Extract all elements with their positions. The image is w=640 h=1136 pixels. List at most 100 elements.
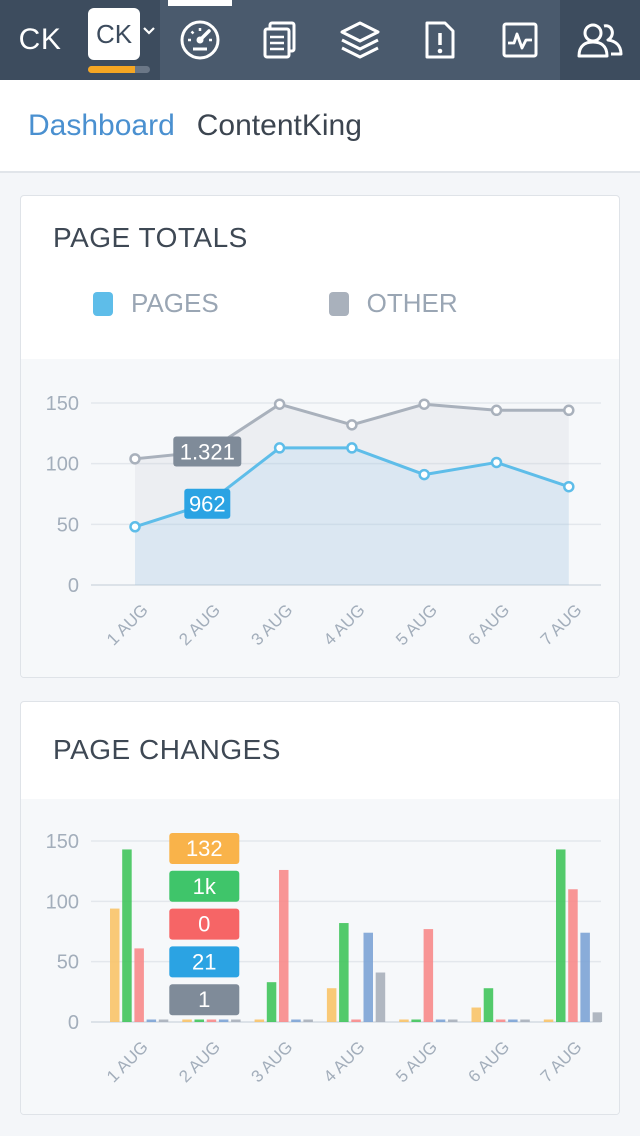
chevron-down-icon[interactable] — [142, 24, 156, 38]
breadcrumb-current: ContentKing — [196, 108, 362, 142]
bar-green — [556, 849, 566, 1022]
bar-blue — [363, 932, 373, 1022]
nav-dashboard[interactable] — [160, 0, 240, 80]
bar-orange — [110, 908, 120, 1022]
page-totals-chart-area: 0 50 100 150 1 AUG 2 AUG 3 AUG 4 AUG 5 AUG 6 AUG 7… — [21, 359, 620, 678]
tooltip-pages-value: 962 — [189, 492, 226, 517]
legend-label-pages: PAGES — [131, 288, 219, 318]
x-tick-label: 7 AUG — [537, 1037, 586, 1086]
bar-red — [279, 869, 289, 1022]
bar-gray — [158, 1019, 169, 1022]
data-point-other — [563, 404, 575, 417]
nav-pages[interactable] — [240, 0, 320, 80]
bar-gray — [375, 972, 386, 1022]
page-changes-chart[interactable]: 0 50 100 150 1 AUG 2 AUG 3 AUG 4 AUG 5 AUG 6 AUG 7… — [21, 799, 620, 1115]
bar-orange — [399, 1019, 409, 1022]
bar-blue — [508, 1019, 518, 1022]
data-point-pages — [490, 456, 503, 469]
bar-green — [194, 1019, 204, 1022]
bar-orange — [182, 1019, 192, 1022]
page-changes-card: PAGE CHANGES 0 50 100 150 1 AUG 2 AUG 3 AUG 4 A… — [20, 701, 620, 1115]
bar-red — [495, 1019, 506, 1022]
data-point-pages — [129, 521, 141, 533]
top-navigation: CK CK — [0, 0, 640, 80]
bar-green — [411, 1019, 421, 1022]
tooltip-value-gray: 1 — [198, 987, 210, 1012]
bar-red — [423, 929, 434, 1022]
data-point-other — [490, 404, 503, 417]
tooltip-value-green: 1k — [193, 874, 217, 899]
site-progress-fill — [88, 66, 135, 73]
bar-green — [339, 923, 349, 1022]
page-totals-title: PAGE TOTALS — [53, 222, 248, 253]
bar-blue — [435, 1019, 446, 1022]
team-users-icon — [577, 23, 623, 58]
bar-gray — [448, 1019, 458, 1022]
data-point-pages — [418, 468, 430, 481]
tooltip-value-orange: 132 — [186, 836, 223, 861]
bar-gray — [520, 1019, 530, 1022]
x-tick-label: 6 AUG — [464, 600, 513, 649]
bar-green — [122, 849, 132, 1022]
layers-icon — [340, 21, 380, 59]
breadcrumb: Dashboard ContentKing — [0, 80, 640, 173]
site-badge[interactable]: CK — [88, 8, 140, 60]
x-tick-label: 1 AUG — [103, 600, 152, 649]
bar-blue — [218, 1019, 229, 1022]
x-tick-label: 4 AUG — [320, 1037, 369, 1086]
bar-blue — [291, 1019, 301, 1022]
bar-red — [134, 948, 144, 1022]
data-point-pages — [273, 442, 286, 454]
bar-orange — [326, 988, 337, 1022]
nav-activity[interactable] — [480, 0, 560, 80]
bar-blue — [580, 932, 590, 1022]
nav-team[interactable] — [560, 0, 640, 80]
y-tick-label: 0 — [68, 575, 79, 597]
page-totals-chart[interactable]: 0 50 100 150 1 AUG 2 AUG 3 AUG 4 AUG 5 AUG 6 AUG 7… — [21, 359, 620, 678]
brand-logo[interactable]: CK — [0, 0, 80, 80]
legend-swatch-other — [328, 291, 349, 316]
bar-gray — [592, 1012, 603, 1022]
x-tick-label: 3 AUG — [248, 600, 297, 649]
bar-red — [568, 889, 578, 1022]
legend-label-other: OTHER — [366, 288, 458, 318]
data-point-other — [346, 419, 358, 431]
data-point-pages — [346, 442, 358, 454]
x-tick-label: 1 AUG — [103, 1037, 152, 1086]
x-tick-label: 6 AUG — [464, 1037, 513, 1086]
legend-item-pages[interactable]: PAGES — [93, 288, 219, 319]
bar-green — [266, 982, 277, 1022]
issues-icon — [425, 21, 455, 59]
y-tick-label: 100 — [46, 454, 79, 476]
page-totals-card: PAGE TOTALS PAGES OTHER 0 50 100 150 1 AUG 2 … — [20, 195, 620, 678]
dashboard-gauge-icon — [180, 20, 220, 60]
tooltip-other-value: 1.321 — [180, 440, 235, 465]
x-tick-label: 5 AUG — [392, 1037, 441, 1086]
y-tick-label: 0 — [68, 1012, 79, 1034]
nav-issues[interactable] — [400, 0, 480, 80]
activity-icon — [502, 22, 538, 58]
bar-gray — [231, 1019, 241, 1022]
x-tick-label: 2 AUG — [175, 1037, 224, 1086]
bar-orange — [254, 1019, 265, 1022]
x-tick-label: 7 AUG — [537, 600, 586, 649]
site-switcher[interactable]: CK — [80, 0, 160, 80]
data-point-other — [129, 453, 141, 465]
nav-segments[interactable] — [320, 0, 400, 80]
y-tick-label: 50 — [57, 952, 79, 974]
pages-icon — [263, 21, 296, 59]
bar-gray — [303, 1019, 313, 1022]
legend-swatch-pages — [93, 291, 113, 316]
breadcrumb-dashboard-link[interactable]: Dashboard — [28, 109, 175, 143]
main-nav — [160, 0, 560, 80]
x-tick-label: 5 AUG — [392, 600, 441, 649]
legend-item-other[interactable]: OTHER — [328, 288, 458, 319]
tooltip-value-blue: 21 — [192, 949, 216, 974]
y-tick-label: 150 — [46, 393, 79, 415]
y-tick-label: 150 — [46, 831, 79, 853]
bar-orange — [543, 1019, 554, 1022]
tooltip-value-red: 0 — [198, 912, 210, 937]
y-tick-label: 50 — [57, 514, 79, 536]
x-tick-label: 4 AUG — [320, 600, 369, 649]
bar-blue — [146, 1019, 157, 1022]
